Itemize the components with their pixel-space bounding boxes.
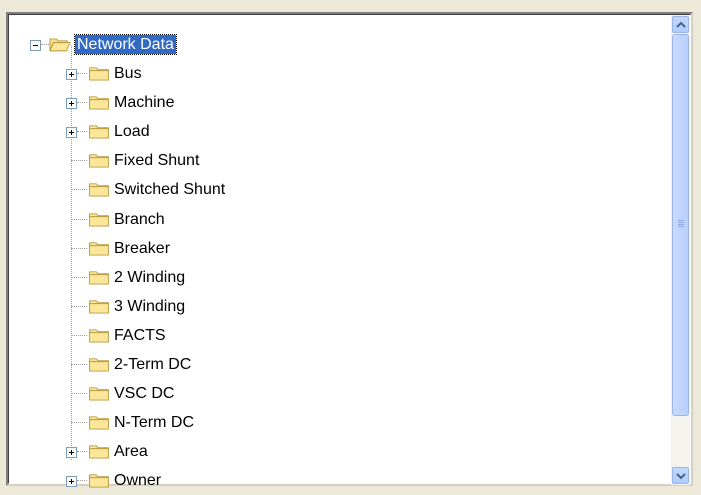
tree-connector bbox=[71, 248, 87, 249]
scroll-up-arrow-icon bbox=[676, 21, 686, 28]
thumb-grip bbox=[678, 226, 684, 227]
folder-icon bbox=[89, 358, 109, 372]
tree-connector bbox=[71, 277, 87, 278]
tree-connector bbox=[71, 335, 87, 336]
tree-item-label[interactable]: Load bbox=[112, 122, 152, 141]
folder-icon bbox=[89, 154, 109, 168]
tree-item-label[interactable]: Owner bbox=[112, 471, 163, 490]
folder-icon bbox=[89, 213, 109, 227]
tree-connector bbox=[71, 160, 87, 161]
tree-item-row[interactable]: FACTS bbox=[9, 321, 329, 350]
folder-icon bbox=[89, 67, 109, 81]
tree-connector bbox=[77, 451, 87, 452]
tree-connector bbox=[71, 189, 87, 190]
expand-plus-icon[interactable] bbox=[66, 476, 77, 487]
collapse-minus-icon[interactable] bbox=[30, 40, 41, 51]
tree-item-label[interactable]: 2-Term DC bbox=[112, 355, 193, 374]
folder-icon bbox=[89, 474, 109, 488]
expand-plus-icon[interactable] bbox=[66, 127, 77, 138]
tree-item-row[interactable]: N-Term DC bbox=[9, 408, 329, 437]
thumb-grip bbox=[678, 222, 684, 223]
folder-icon bbox=[89, 445, 109, 459]
tree-root-row[interactable]: Network Data bbox=[9, 30, 309, 59]
tree-item-label[interactable]: 2 Winding bbox=[112, 268, 187, 287]
tree-item-label[interactable]: Bus bbox=[112, 64, 144, 83]
tree-connector bbox=[71, 422, 87, 423]
tree-item-row[interactable]: Breaker bbox=[9, 234, 329, 263]
thumb-grip bbox=[678, 220, 684, 221]
tree-item-label[interactable]: Fixed Shunt bbox=[112, 151, 201, 170]
tree-item-label[interactable]: Breaker bbox=[112, 239, 172, 258]
tree-item-row[interactable]: Bus bbox=[9, 59, 329, 88]
tree-item-row[interactable]: 3 Winding bbox=[9, 292, 329, 321]
tree-item-row[interactable]: Branch bbox=[9, 205, 329, 234]
folder-icon bbox=[89, 329, 109, 343]
tree-connector bbox=[71, 393, 87, 394]
scroll-up-button[interactable] bbox=[672, 16, 689, 33]
tree-connector bbox=[41, 44, 49, 45]
tree-item-label[interactable]: FACTS bbox=[112, 326, 168, 345]
tree-item-row[interactable]: Machine bbox=[9, 88, 329, 117]
tree-item-row[interactable]: Load bbox=[9, 117, 329, 146]
expand-plus-icon[interactable] bbox=[66, 69, 77, 80]
tree-item-label[interactable]: 3 Winding bbox=[112, 297, 187, 316]
tree-view-frame: Network Data Bus Machine Load Fixed Shunt Sw… bbox=[6, 12, 693, 489]
tree-connector bbox=[77, 480, 87, 481]
folder-open-icon bbox=[49, 38, 71, 52]
tree-connector bbox=[71, 219, 87, 220]
tree-connector bbox=[77, 131, 87, 132]
vertical-scrollbar[interactable] bbox=[671, 15, 690, 485]
tree-item-label[interactable]: Branch bbox=[112, 210, 167, 229]
tree-item-row[interactable]: Switched Shunt bbox=[9, 175, 329, 204]
scrollbar-thumb[interactable] bbox=[672, 34, 689, 416]
tree-item-label[interactable]: VSC DC bbox=[112, 384, 176, 403]
tree-item-row[interactable]: Owner bbox=[9, 466, 329, 495]
folder-icon bbox=[89, 271, 109, 285]
folder-icon bbox=[89, 300, 109, 314]
tree-connector bbox=[77, 73, 87, 74]
tree-connector bbox=[71, 364, 87, 365]
tree-view-inner: Network Data Bus Machine Load Fixed Shunt Sw… bbox=[8, 14, 691, 489]
tree-item-label[interactable]: N-Term DC bbox=[112, 413, 196, 432]
folder-icon bbox=[89, 416, 109, 430]
folder-icon bbox=[89, 183, 109, 197]
thumb-grip bbox=[678, 224, 684, 225]
folder-icon bbox=[89, 387, 109, 401]
folder-icon bbox=[89, 125, 109, 139]
scroll-down-button[interactable] bbox=[672, 467, 689, 484]
expand-plus-icon[interactable] bbox=[66, 98, 77, 109]
tree-item-row[interactable]: 2-Term DC bbox=[9, 350, 329, 379]
tree-item-row[interactable]: Area bbox=[9, 437, 329, 466]
tree-root-label[interactable]: Network Data bbox=[74, 34, 177, 55]
tree-item-label[interactable]: Machine bbox=[112, 93, 176, 112]
folder-icon bbox=[89, 242, 109, 256]
folder-icon bbox=[89, 96, 109, 110]
expand-plus-icon[interactable] bbox=[66, 447, 77, 458]
tree-view[interactable]: Network Data Bus Machine Load Fixed Shunt Sw… bbox=[9, 15, 674, 489]
scroll-down-arrow-icon bbox=[676, 473, 686, 480]
tree-connector bbox=[71, 306, 87, 307]
tree-connector bbox=[77, 102, 87, 103]
tree-item-row[interactable]: 2 Winding bbox=[9, 263, 329, 292]
tree-item-label[interactable]: Switched Shunt bbox=[112, 180, 227, 199]
tree-item-row[interactable]: Fixed Shunt bbox=[9, 146, 329, 175]
tree-item-label[interactable]: Area bbox=[112, 442, 150, 461]
tree-item-row[interactable]: VSC DC bbox=[9, 379, 329, 408]
